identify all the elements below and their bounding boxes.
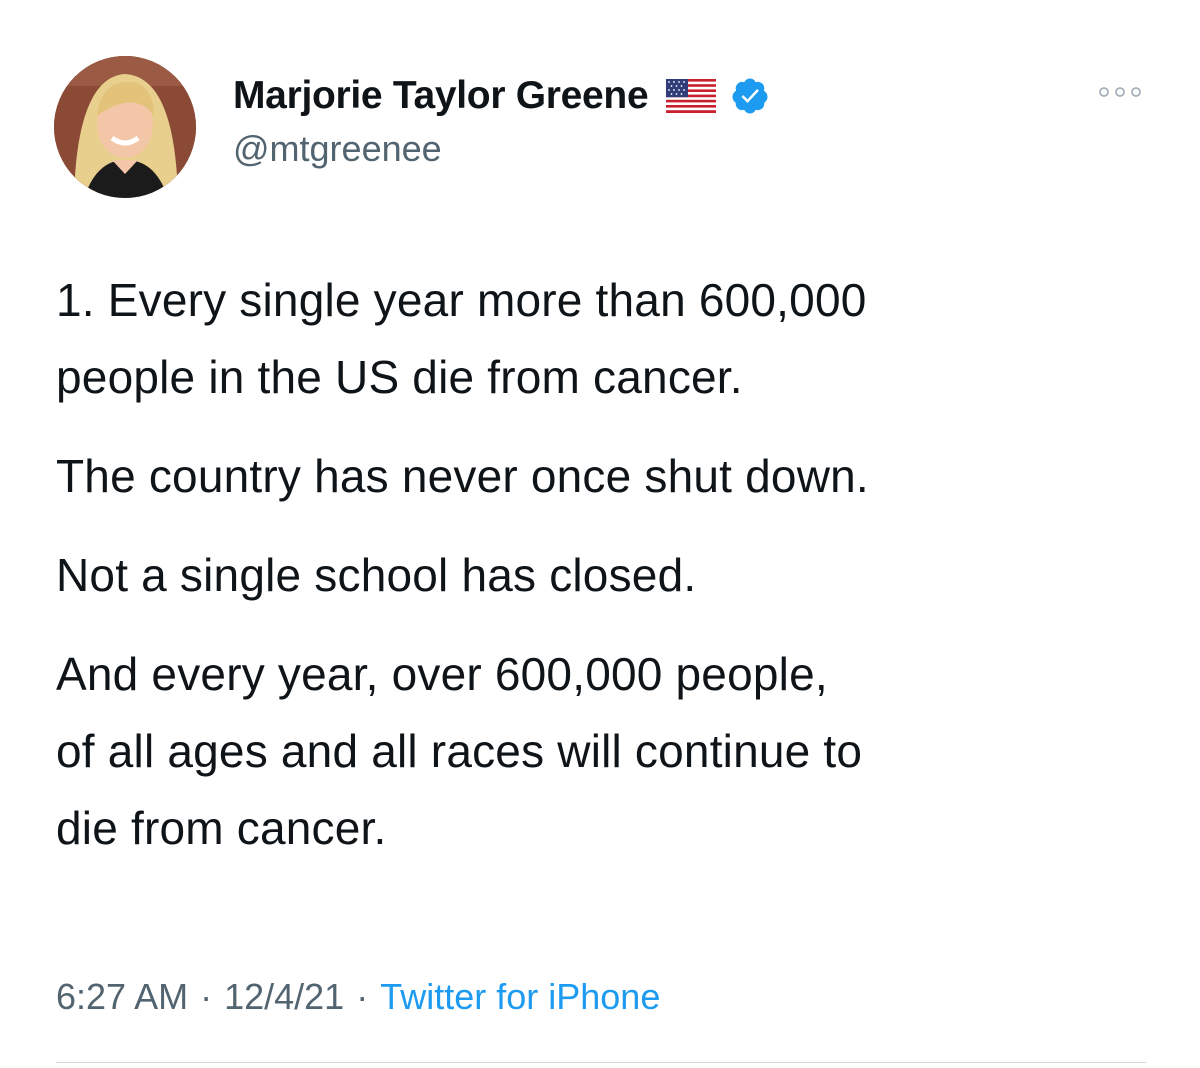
tweet-paragraph: And every year, over 600,000 people, of … (56, 648, 863, 854)
verified-badge-icon (730, 76, 770, 116)
avatar[interactable] (54, 56, 196, 198)
more-options-button[interactable] (1094, 72, 1146, 112)
divider (56, 1062, 1146, 1063)
avatar-photo (54, 56, 196, 198)
tweet-time[interactable]: 6:27 AM (56, 976, 188, 1018)
tweet-paragraph: 1. Every single year more than 600,000 p… (56, 274, 867, 403)
tweet-date[interactable]: 12/4/21 (224, 976, 344, 1018)
more-options-icon (1099, 87, 1141, 97)
meta-separator: · (200, 976, 213, 1017)
meta-separator: · (356, 976, 369, 1017)
author-display-name[interactable]: Marjorie Taylor Greene (233, 74, 649, 118)
tweet-paragraph: Not a single school has closed. (56, 549, 697, 601)
tweet-source-link[interactable]: Twitter for iPhone (380, 976, 660, 1018)
tweet-text: 1. Every single year more than 600,000 p… (56, 262, 1156, 889)
tweet-meta: 6:27 AM · 12/4/21 · Twitter for iPhone (56, 976, 660, 1018)
author-name-row: Marjorie Taylor Greene (233, 68, 770, 124)
author-handle[interactable]: @mtgreenee (233, 128, 442, 170)
tweet-paragraph: The country has never once shut down. (56, 450, 869, 502)
us-flag-icon (666, 79, 717, 113)
tweet: Marjorie Taylor Greene @mtgreenee 1. Eve… (0, 0, 1200, 1068)
